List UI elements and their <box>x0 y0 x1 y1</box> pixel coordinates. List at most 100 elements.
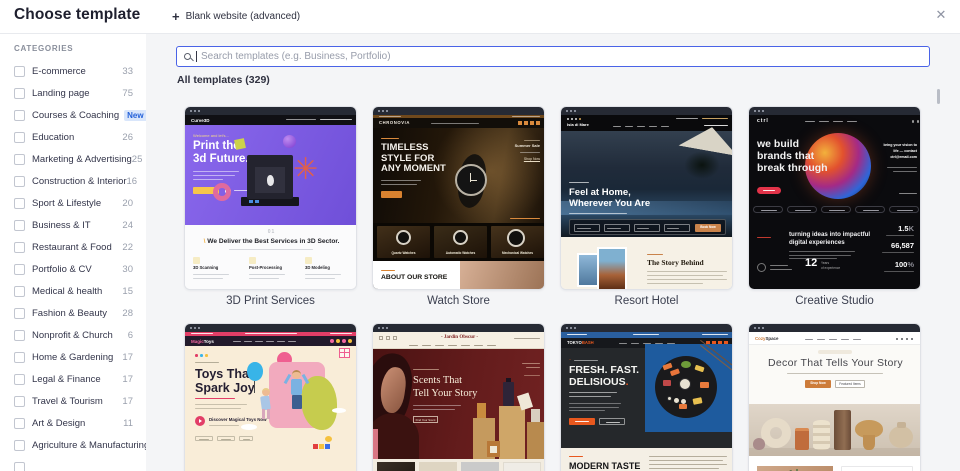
checkbox[interactable] <box>14 461 25 471</box>
template-card-watch-store[interactable]: CHRONOVIA TIMELESSSTYLE FORANY MOMENT <box>372 106 545 323</box>
template-thumbnail[interactable]: TOKYOBASH ~ FRESH. FAST. DELISIOUS. MODE… <box>560 323 733 471</box>
cta-button-outline <box>599 418 625 425</box>
template-thumbnail[interactable]: CHRONOVIA TIMELESSSTYLE FORANY MOMENT <box>372 106 545 290</box>
template-thumbnail[interactable]: MagicToys Toys That Spark Joy Discover M… <box>184 323 357 471</box>
category-label: Travel & Tourism <box>32 395 103 407</box>
sidebar-item-legal-finance[interactable]: Legal & Finance 17 <box>0 368 146 390</box>
cta-button: Find Your Scent <box>413 416 438 423</box>
checkbox[interactable] <box>14 307 25 319</box>
template-thumbnail[interactable]: Curve3D Welcome and let's... Print the 3d… <box>184 106 357 290</box>
sushi-plate <box>655 356 717 418</box>
checkbox[interactable] <box>14 373 25 385</box>
template-card-3d-print-services[interactable]: Curve3D Welcome and let's... Print the 3d… <box>184 106 357 323</box>
sidebar-item-e-commerce[interactable]: E-commerce 33 <box>0 60 146 82</box>
browser-dots-icon <box>566 326 569 330</box>
donut-vase <box>761 418 791 448</box>
checkbox[interactable] <box>14 109 25 121</box>
shop-now-button: Shop Now <box>805 380 831 388</box>
template-card-toys[interactable]: MagicToys Toys That Spark Joy Discover M… <box>184 323 357 471</box>
sidebar-item-landing-page[interactable]: Landing page 75 <box>0 82 146 104</box>
browser-bar <box>185 107 356 115</box>
template-card-creative-studio[interactable]: ctrl we build brands that break through br… <box>748 106 921 323</box>
browser-dots-icon <box>566 109 569 113</box>
tag-pill <box>821 206 851 213</box>
browser-bar <box>561 107 732 115</box>
hero-title: Toys That Spark Joy <box>195 367 255 395</box>
category-label: Marketing & Advertising <box>32 153 132 165</box>
search-input[interactable] <box>199 50 929 63</box>
checkbox[interactable] <box>14 131 25 143</box>
preview-decor: CozySpace Decor That Tells Your Story Sh… <box>749 332 920 471</box>
checkbox[interactable] <box>14 175 25 187</box>
blank-website-button[interactable]: + Blank website (advanced) <box>172 5 300 27</box>
close-button[interactable]: ✕ <box>931 5 951 25</box>
template-thumbnail[interactable]: - Jardin Obscur - Scents That Tell Your S… <box>372 323 545 471</box>
checkbox[interactable] <box>14 329 25 341</box>
preview-perfume: - Jardin Obscur - Scents That Tell Your S… <box>373 332 544 471</box>
browser-bar <box>185 324 356 332</box>
category-count: 17 <box>122 395 133 407</box>
templates-panel: All templates (329) Curve3D Welcome and … <box>146 33 960 471</box>
hero-title: we build brands that break through <box>757 138 828 174</box>
template-card-resort-hotel[interactable]: Isla di Mare Feel at Home, Wherever You A… <box>560 106 733 323</box>
sidebar-item-home-gardening[interactable]: Home & Gardening 17 <box>0 346 146 368</box>
featured-items-button: Featured Items <box>835 380 865 388</box>
checkbox[interactable] <box>14 417 25 429</box>
checkbox[interactable] <box>14 351 25 363</box>
checkbox[interactable] <box>14 263 25 275</box>
sidebar-item-fashion-beauty[interactable]: Fashion & Beauty 28 <box>0 302 146 324</box>
sidebar-item-marketing-advertising[interactable]: Marketing & Advertising 25 <box>0 148 146 170</box>
checkbox[interactable] <box>14 395 25 407</box>
checkbox[interactable] <box>14 87 25 99</box>
balloon-shape <box>247 362 263 381</box>
template-card-sushi[interactable]: TOKYOBASH ~ FRESH. FAST. DELISIOUS. MODE… <box>560 323 733 471</box>
checkbox[interactable] <box>14 241 25 253</box>
category-label: Agriculture & Manufacturing <box>32 439 147 451</box>
sidebar-item-sport-lifestyle[interactable]: Sport & Lifestyle 20 <box>0 192 146 214</box>
sidebar-item-restaurant-food[interactable]: Restaurant & Food 22 <box>0 236 146 258</box>
hero-title: Scents That Tell Your Story <box>413 375 478 399</box>
sidebar-item-agriculture-manufacturing[interactable]: Agriculture & Manufacturing9 <box>0 434 146 456</box>
template-thumbnail[interactable]: Isla di Mare Feel at Home, Wherever You A… <box>560 106 733 290</box>
checkbox[interactable] <box>14 439 25 451</box>
sidebar-item-travel-tourism[interactable]: Travel & Tourism 17 <box>0 390 146 412</box>
categories-sidebar: CATEGORIES E-commerce 33 Landing page 75 Cou… <box>0 33 147 471</box>
sidebar-item-portfolio-cv[interactable]: Portfolio & CV 30 <box>0 258 146 280</box>
browser-bar <box>561 324 732 332</box>
template-thumbnail[interactable]: ctrl we build brands that break through br… <box>748 106 921 290</box>
scrollbar-thumb[interactable] <box>937 89 940 104</box>
spiky-shape-icon: ✳ <box>293 153 319 186</box>
sidebar-item-partial[interactable] <box>0 456 146 471</box>
checkbox[interactable] <box>14 285 25 297</box>
hero-title: FRESH. FAST. DELISIOUS. <box>569 364 640 388</box>
contact-text: bring your vision to life — contact ctrl@e… <box>883 143 917 159</box>
sidebar-item-business-it[interactable]: Business & IT 24 <box>0 214 146 236</box>
hero-title: Feel at Home, Wherever You Are <box>569 187 651 210</box>
text-caret <box>196 51 197 62</box>
sidebar-item-education[interactable]: Education 26 <box>0 126 146 148</box>
tag-pill <box>889 206 919 213</box>
category-label: E-commerce <box>32 65 86 77</box>
checkbox[interactable] <box>14 65 25 77</box>
checkbox[interactable] <box>14 153 25 165</box>
badge-circle-icon <box>757 263 766 272</box>
template-thumbnail[interactable]: CozySpace Decor That Tells Your Story Sh… <box>748 323 921 471</box>
template-card-perfume[interactable]: - Jardin Obscur - Scents That Tell Your S… <box>372 323 545 471</box>
category-count: 75 <box>122 87 133 99</box>
category-count: 16 <box>126 175 138 187</box>
sidebar-item-medical-health[interactable]: Medical & health 15 <box>0 280 146 302</box>
category-label: Medical & health <box>32 285 103 297</box>
sidebar-item-art-design[interactable]: Art & Design 11 <box>0 412 146 434</box>
perfume-bottle <box>531 409 540 422</box>
checkbox[interactable] <box>14 219 25 231</box>
category-label: Courses & Coaching <box>32 109 120 121</box>
sidebar-item-nonprofit-church[interactable]: Nonprofit & Church 6 <box>0 324 146 346</box>
category-label: Art & Design <box>32 417 86 429</box>
template-card-decor[interactable]: CozySpace Decor That Tells Your Story Sh… <box>748 323 921 471</box>
category-count: 6 <box>127 329 133 341</box>
sidebar-item-courses-coaching[interactable]: Courses & CoachingNew8 <box>0 104 146 126</box>
search-bar[interactable] <box>176 46 930 67</box>
checkbox[interactable] <box>14 197 25 209</box>
category-label: Fashion & Beauty <box>32 307 107 319</box>
sidebar-item-construction-interior[interactable]: Construction & Interior 16 <box>0 170 146 192</box>
